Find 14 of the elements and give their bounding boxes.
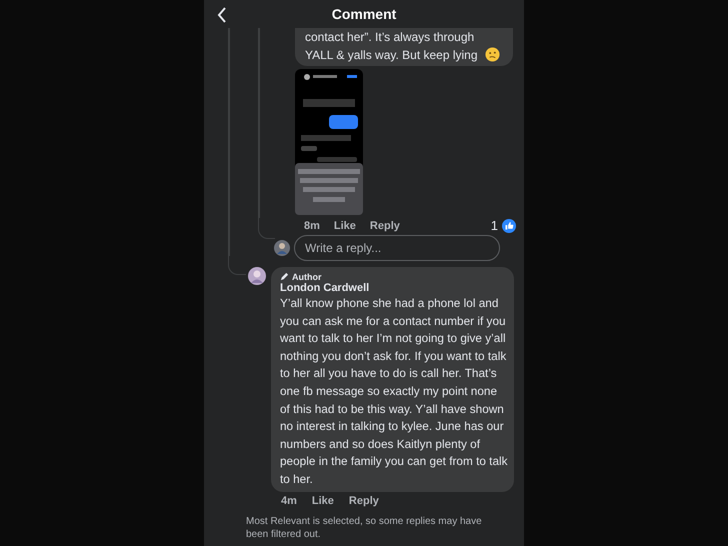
timestamp: 4m xyxy=(281,494,297,507)
timestamp: 8m xyxy=(304,220,320,232)
action-link[interactable]: Like xyxy=(312,494,334,507)
author-label: Author xyxy=(292,272,322,282)
action-link[interactable]: Like xyxy=(334,220,356,232)
screen-title: Comment xyxy=(332,6,396,22)
comment-text: Y’all know phone she had a phone lol and you can ask me for a contact number if you want to talk to her I’m not going to give y’all nothing you don’t ask for. If you want to talk to her all you have to do is call her. That’s one fb message so exactly my point none of this had to be this way. Y’all have shown no interest in talking to kylee. June has our numbers and so does Kaitlyn plenty of people in the family you can get from to talk to her. xyxy=(280,295,508,488)
filter-note: Most Relevant is selected, so some replies may have been filtered out. xyxy=(246,514,483,541)
reply-text: contact her”. It’s always through YALL & yalls way. But keep lying xyxy=(305,30,478,62)
action-link[interactable]: Reply xyxy=(370,220,400,232)
reply-field[interactable]: Write a reply... xyxy=(294,235,500,261)
author-name[interactable]: London Cardwell xyxy=(280,282,508,295)
reaction-count: 1 xyxy=(490,218,498,233)
action-link[interactable]: Reply xyxy=(348,494,379,507)
